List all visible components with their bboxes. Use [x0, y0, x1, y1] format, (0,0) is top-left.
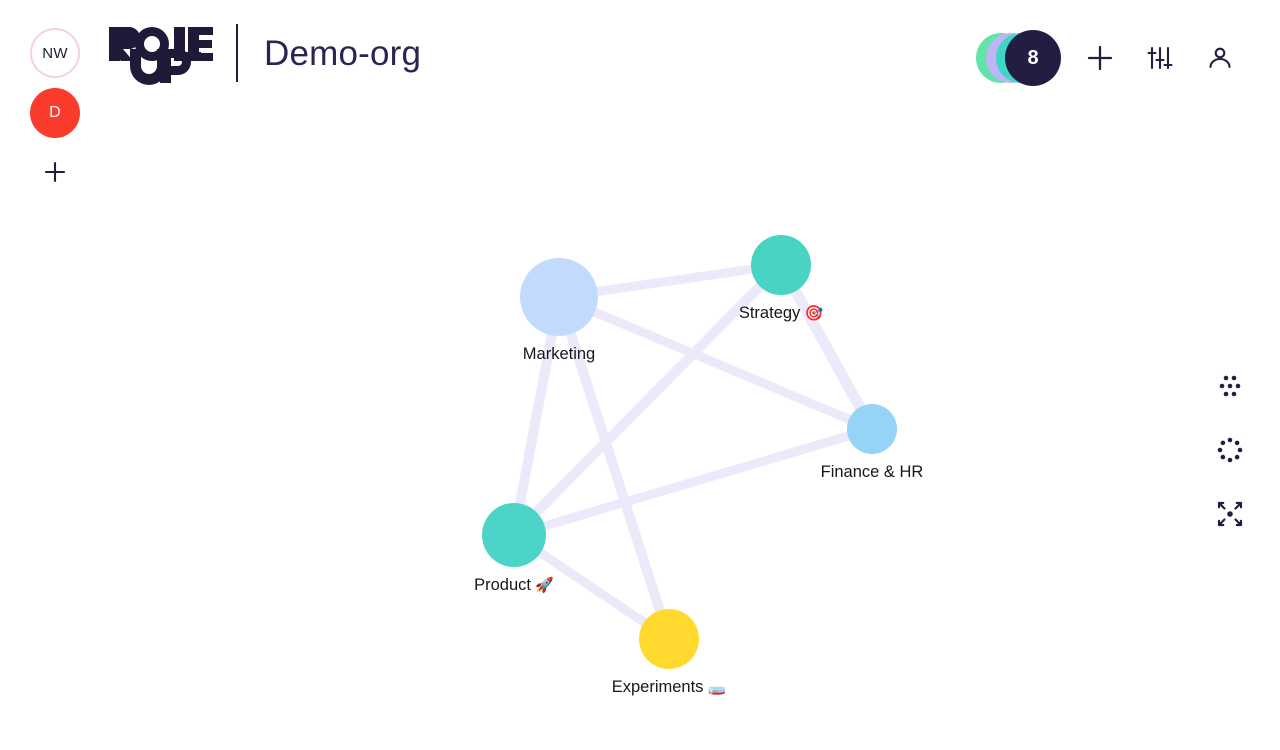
brand-divider [236, 24, 238, 82]
graph-node-product[interactable] [482, 503, 546, 567]
graph-node-emoji: 🧫 [703, 679, 727, 696]
roleup-logo-svg [109, 27, 213, 85]
recenter-button[interactable] [1212, 496, 1248, 532]
graph-node-label-marketing[interactable]: Marketing [523, 345, 595, 363]
graph-svg[interactable] [0, 0, 1280, 750]
hex-dots-icon [1219, 375, 1241, 397]
graph-canvas[interactable]: Marketing Strategy 🎯 Finance & HR Product 🚀… [0, 0, 1280, 750]
graph-node-label-experiments[interactable]: Experiments 🧫 [612, 678, 727, 697]
workspace-avatar-nw-initials: NW [42, 44, 68, 62]
workspace-avatar-nw[interactable]: NW [30, 28, 80, 78]
plus-icon [44, 161, 66, 183]
graph-node-marketing[interactable] [520, 258, 598, 336]
graph-node-experiments[interactable] [639, 609, 699, 669]
graph-node-label-product[interactable]: Product 🚀 [474, 576, 554, 595]
graph-edge [554, 292, 877, 434]
circle-dots-icon [1217, 437, 1243, 463]
app-root: Marketing Strategy 🎯 Finance & HR Product 🚀… [0, 0, 1280, 750]
graph-node-label-text: Finance & HR [820, 463, 924, 481]
graph-node-label-text: Product [474, 576, 532, 594]
plus-icon [1087, 45, 1113, 71]
roleup-logo-icon[interactable] [108, 23, 214, 85]
top-actions: 8 [976, 30, 1244, 86]
workspace-rail: NW D [30, 28, 80, 192]
user-icon [1209, 47, 1231, 69]
member-count-value: 8 [1027, 46, 1039, 69]
sliders-icon [1147, 46, 1173, 70]
layout-tool-rail [1212, 368, 1248, 532]
graph-nodes[interactable] [482, 235, 897, 669]
workspace-avatar-d[interactable]: D [30, 88, 80, 138]
collapse-center-icon [1217, 501, 1243, 527]
graph-node-label-text: Strategy [738, 304, 801, 322]
filters-button[interactable] [1136, 34, 1184, 82]
layout-cluster-button[interactable] [1212, 368, 1248, 404]
member-avatar-stack[interactable]: 8 [976, 30, 1061, 86]
account-button[interactable] [1196, 34, 1244, 82]
layout-circle-button[interactable] [1212, 432, 1248, 468]
member-count-badge[interactable]: 8 [1005, 30, 1061, 86]
graph-node-label-strategy[interactable]: Strategy 🎯 [739, 304, 823, 323]
add-workspace-button[interactable] [35, 152, 75, 192]
graph-node-strategy[interactable] [751, 235, 811, 295]
workspace-avatar-d-initials: D [49, 104, 61, 121]
graph-node-label-text: Marketing [522, 345, 596, 363]
graph-node-label-finance_hr[interactable]: Finance & HR [821, 463, 924, 481]
graph-node-emoji: 🎯 [800, 305, 824, 322]
graph-node-finance_hr[interactable] [847, 404, 897, 454]
graph-node-emoji: 🚀 [531, 577, 554, 594]
top-bar: NW D Demo-org 8 [0, 0, 1280, 183]
add-circle-button[interactable] [1076, 34, 1124, 82]
org-title: Demo-org [264, 33, 422, 73]
brand[interactable]: Demo-org [108, 22, 422, 85]
graph-node-label-text: Experiments [611, 678, 704, 696]
